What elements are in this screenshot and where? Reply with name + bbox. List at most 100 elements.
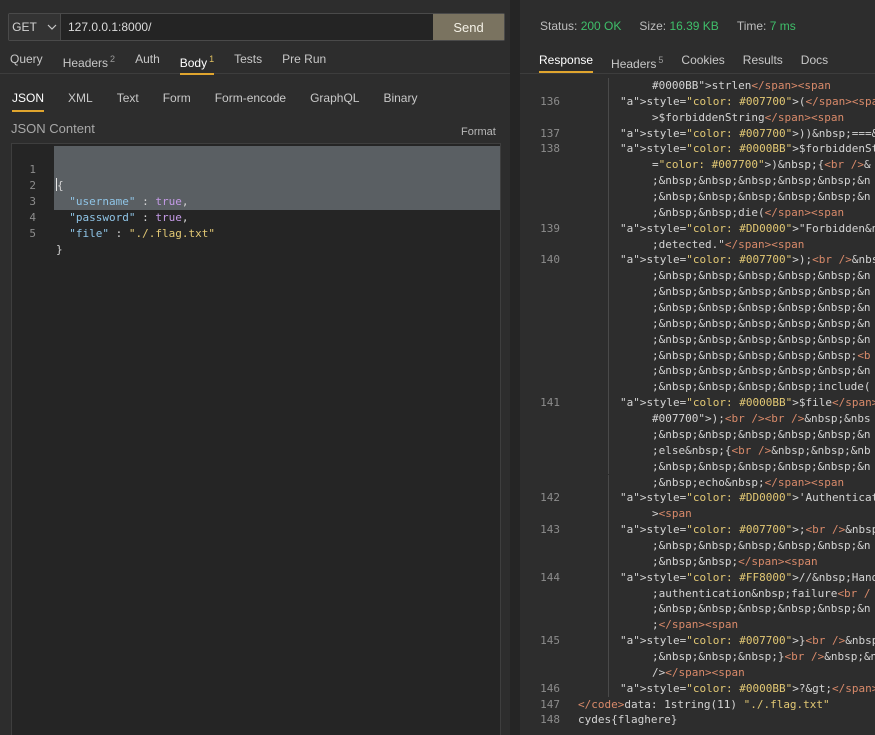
response-code: "a">style="color: #0000BB">?&gt;</span>&…	[620, 681, 875, 695]
tab-label: Headers	[611, 57, 657, 71]
tab-label: Tests	[234, 51, 263, 66]
close-brace: }	[56, 243, 63, 256]
tab-headers[interactable]: Headers 2	[53, 44, 125, 74]
response-status-bar: Status: 200 OK Size: 16.39 KB Time: 7 ms	[540, 19, 796, 33]
indent-guide	[608, 426, 609, 443]
indent-guide	[608, 157, 609, 174]
tab-auth[interactable]: Auth	[125, 44, 170, 74]
response-code: ;&nbsp;&nbsp;&nbsp;&nbsp;&nbsp;&n	[652, 427, 871, 441]
response-line: 139 "a">style="color: #DD0000">"Forbidden…	[520, 220, 875, 237]
tab-tests[interactable]: Tests	[224, 44, 272, 74]
body-tab-text[interactable]: Text	[105, 84, 151, 112]
send-button[interactable]: Send	[433, 14, 504, 40]
response-code: #007700">);<br /><br />&nbsp;&nbs	[652, 412, 871, 426]
response-tab-docs[interactable]: Docs	[792, 47, 837, 73]
indent-guide	[608, 252, 609, 269]
tab-pre-run[interactable]: Pre Run	[272, 44, 336, 74]
indent-guide	[608, 379, 609, 396]
response-code: ><span	[652, 507, 692, 521]
response-line: ;&nbsp;&nbsp;&nbsp;&nbsp;&nbsp;&n	[520, 173, 875, 190]
response-code: "a">style="color: #0000BB">$file</span><	[620, 396, 875, 410]
response-line: 142 "a">style="color: #DD0000">'Authentic…	[520, 490, 875, 507]
indent-guide	[608, 189, 609, 205]
response-body: #0000BB">strlen</span><span 136 "a">style=…	[520, 76, 875, 735]
response-line: 138 "a">style="color: #0000BB">$forbidden…	[520, 141, 875, 158]
editor-line: 2 "username" : true,	[12, 162, 500, 208]
response-code: ;&nbsp;&nbsp;&nbsp;&nbsp;&nbsp;&n	[652, 269, 871, 283]
indent-guide	[608, 300, 609, 316]
line-number: 144	[540, 570, 560, 584]
response-line: ;&nbsp;&nbsp;&nbsp;&nbsp;&nbsp;&n	[520, 601, 875, 618]
time-label: Time:	[736, 19, 767, 33]
indent-guide	[608, 363, 609, 380]
status-value: 200 OK	[580, 19, 622, 33]
url-input[interactable]: 127.0.0.1:8000/	[61, 14, 433, 40]
response-line: 144 "a">style="color: #FF8000">//&nbsp;Ha…	[520, 569, 875, 586]
indent-guide	[608, 553, 609, 570]
indent-guide	[608, 109, 609, 126]
response-code: ;&nbsp;&nbsp;&nbsp;&nbsp;&nbsp;&n	[652, 332, 871, 346]
method-label: GET	[12, 20, 37, 34]
response-code: "a">style="color: #DD0000">"Forbidden&nb…	[620, 221, 875, 235]
response-tab-cookies[interactable]: Cookies	[672, 47, 733, 73]
tab-query[interactable]: Query	[0, 44, 53, 74]
json-editor[interactable]: 1 { 2 "username" : true, 3 "password" : …	[11, 143, 501, 735]
size-label: Size:	[639, 19, 667, 33]
response-code: ;&nbsp;&nbsp;&nbsp;&nbsp;&nbsp;&n	[652, 602, 871, 616]
editor-line: 1 {	[12, 146, 500, 192]
response-tabs: Response Headers 5 Cookies Results Docs	[530, 47, 837, 73]
response-line: ;&nbsp;&nbsp;&nbsp;&nbsp;&nbsp;&n	[520, 300, 875, 316]
pane-divider[interactable]	[510, 0, 520, 735]
response-line: ;&nbsp;&nbsp;</span><span	[520, 553, 875, 570]
body-tab-xml[interactable]: XML	[56, 84, 105, 112]
line-number: 136	[540, 94, 560, 108]
indent-guide	[608, 284, 609, 301]
editor-line: 5 }	[12, 210, 500, 256]
response-code: "a">style="color: #007700">(</span><span	[620, 94, 875, 108]
tab-label: Docs	[800, 53, 829, 67]
line-number: 143	[540, 523, 560, 537]
url-bar: GET 127.0.0.1:8000/ Send	[8, 13, 505, 41]
response-code: ;&nbsp;&nbsp;&nbsp;}<br />&nbsp;&n	[652, 649, 875, 663]
body-tab-graphql[interactable]: GraphQL	[298, 84, 371, 112]
response-code: "a">style="color: #FF8000">//&nbsp;Handl…	[620, 570, 875, 584]
response-line: 147 </code>data: 1string(11) "./.flag.txt…	[520, 697, 875, 713]
tab-label: Results	[742, 53, 783, 67]
response-code: /></span><span	[652, 665, 745, 679]
indent-guide	[608, 633, 609, 649]
indent-guide	[608, 141, 609, 158]
response-line: ;&nbsp;&nbsp;&nbsp;&nbsp;include(	[520, 379, 875, 396]
json-value: "./.flag.txt"	[128, 227, 215, 240]
response-line: #0000BB">strlen</span><span	[520, 78, 875, 94]
response-line: ;&nbsp;&nbsp;&nbsp;&nbsp;&nbsp;&n	[520, 458, 875, 475]
indent-guide	[608, 522, 609, 538]
response-line: 141 "a">style="color: #0000BB">$file</spa…	[520, 395, 875, 412]
response-line: 146 "a">style="color: #0000BB">?&gt;</spa…	[520, 680, 875, 697]
response-code: ;&nbsp;&nbsp;&nbsp;&nbsp;&nbsp;<b	[652, 348, 871, 362]
response-line: ;&nbsp;&nbsp;&nbsp;&nbsp;&nbsp;&n	[520, 284, 875, 301]
editor-line: 4 "file" : "./.flag.txt"	[12, 194, 500, 240]
response-code: ;else&nbsp;{<br />&nbsp;&nbsp;&nb	[652, 443, 871, 457]
response-code: ="color: #007700">)&nbsp;{<br />&	[652, 158, 871, 172]
format-button[interactable]: Format	[461, 126, 496, 138]
body-tab-form-encode[interactable]: Form-encode	[203, 84, 298, 112]
json-content-label: JSON Content	[11, 121, 95, 136]
body-tab-form[interactable]: Form	[151, 84, 203, 112]
response-line: ;else&nbsp;{<br />&nbsp;&nbsp;&nb	[520, 442, 875, 459]
tab-body[interactable]: Body 1	[170, 44, 224, 75]
line-number: 146	[540, 681, 560, 695]
response-tab-results[interactable]: Results	[734, 47, 792, 73]
indent-guide	[608, 664, 609, 681]
tab-label: Cookies	[681, 53, 725, 67]
body-tab-json[interactable]: JSON	[0, 84, 56, 112]
response-code: "a">style="color: #007700">;<br />&nbsp;…	[620, 523, 875, 537]
response-tab-response[interactable]: Response	[530, 47, 602, 73]
indent-guide	[608, 680, 609, 697]
method-select[interactable]: GET	[9, 14, 61, 40]
response-code: #0000BB">strlen</span><span	[652, 79, 831, 92]
body-tab-binary[interactable]: Binary	[371, 84, 429, 112]
response-pane: Status: 200 OK Size: 16.39 KB Time: 7 ms…	[520, 0, 875, 735]
response-code: "a">style="color: #007700">);<br />&nbsp	[620, 253, 875, 267]
response-tab-headers[interactable]: Headers 5	[602, 47, 672, 73]
response-line: 148 cydes{flaghere}	[520, 712, 875, 728]
